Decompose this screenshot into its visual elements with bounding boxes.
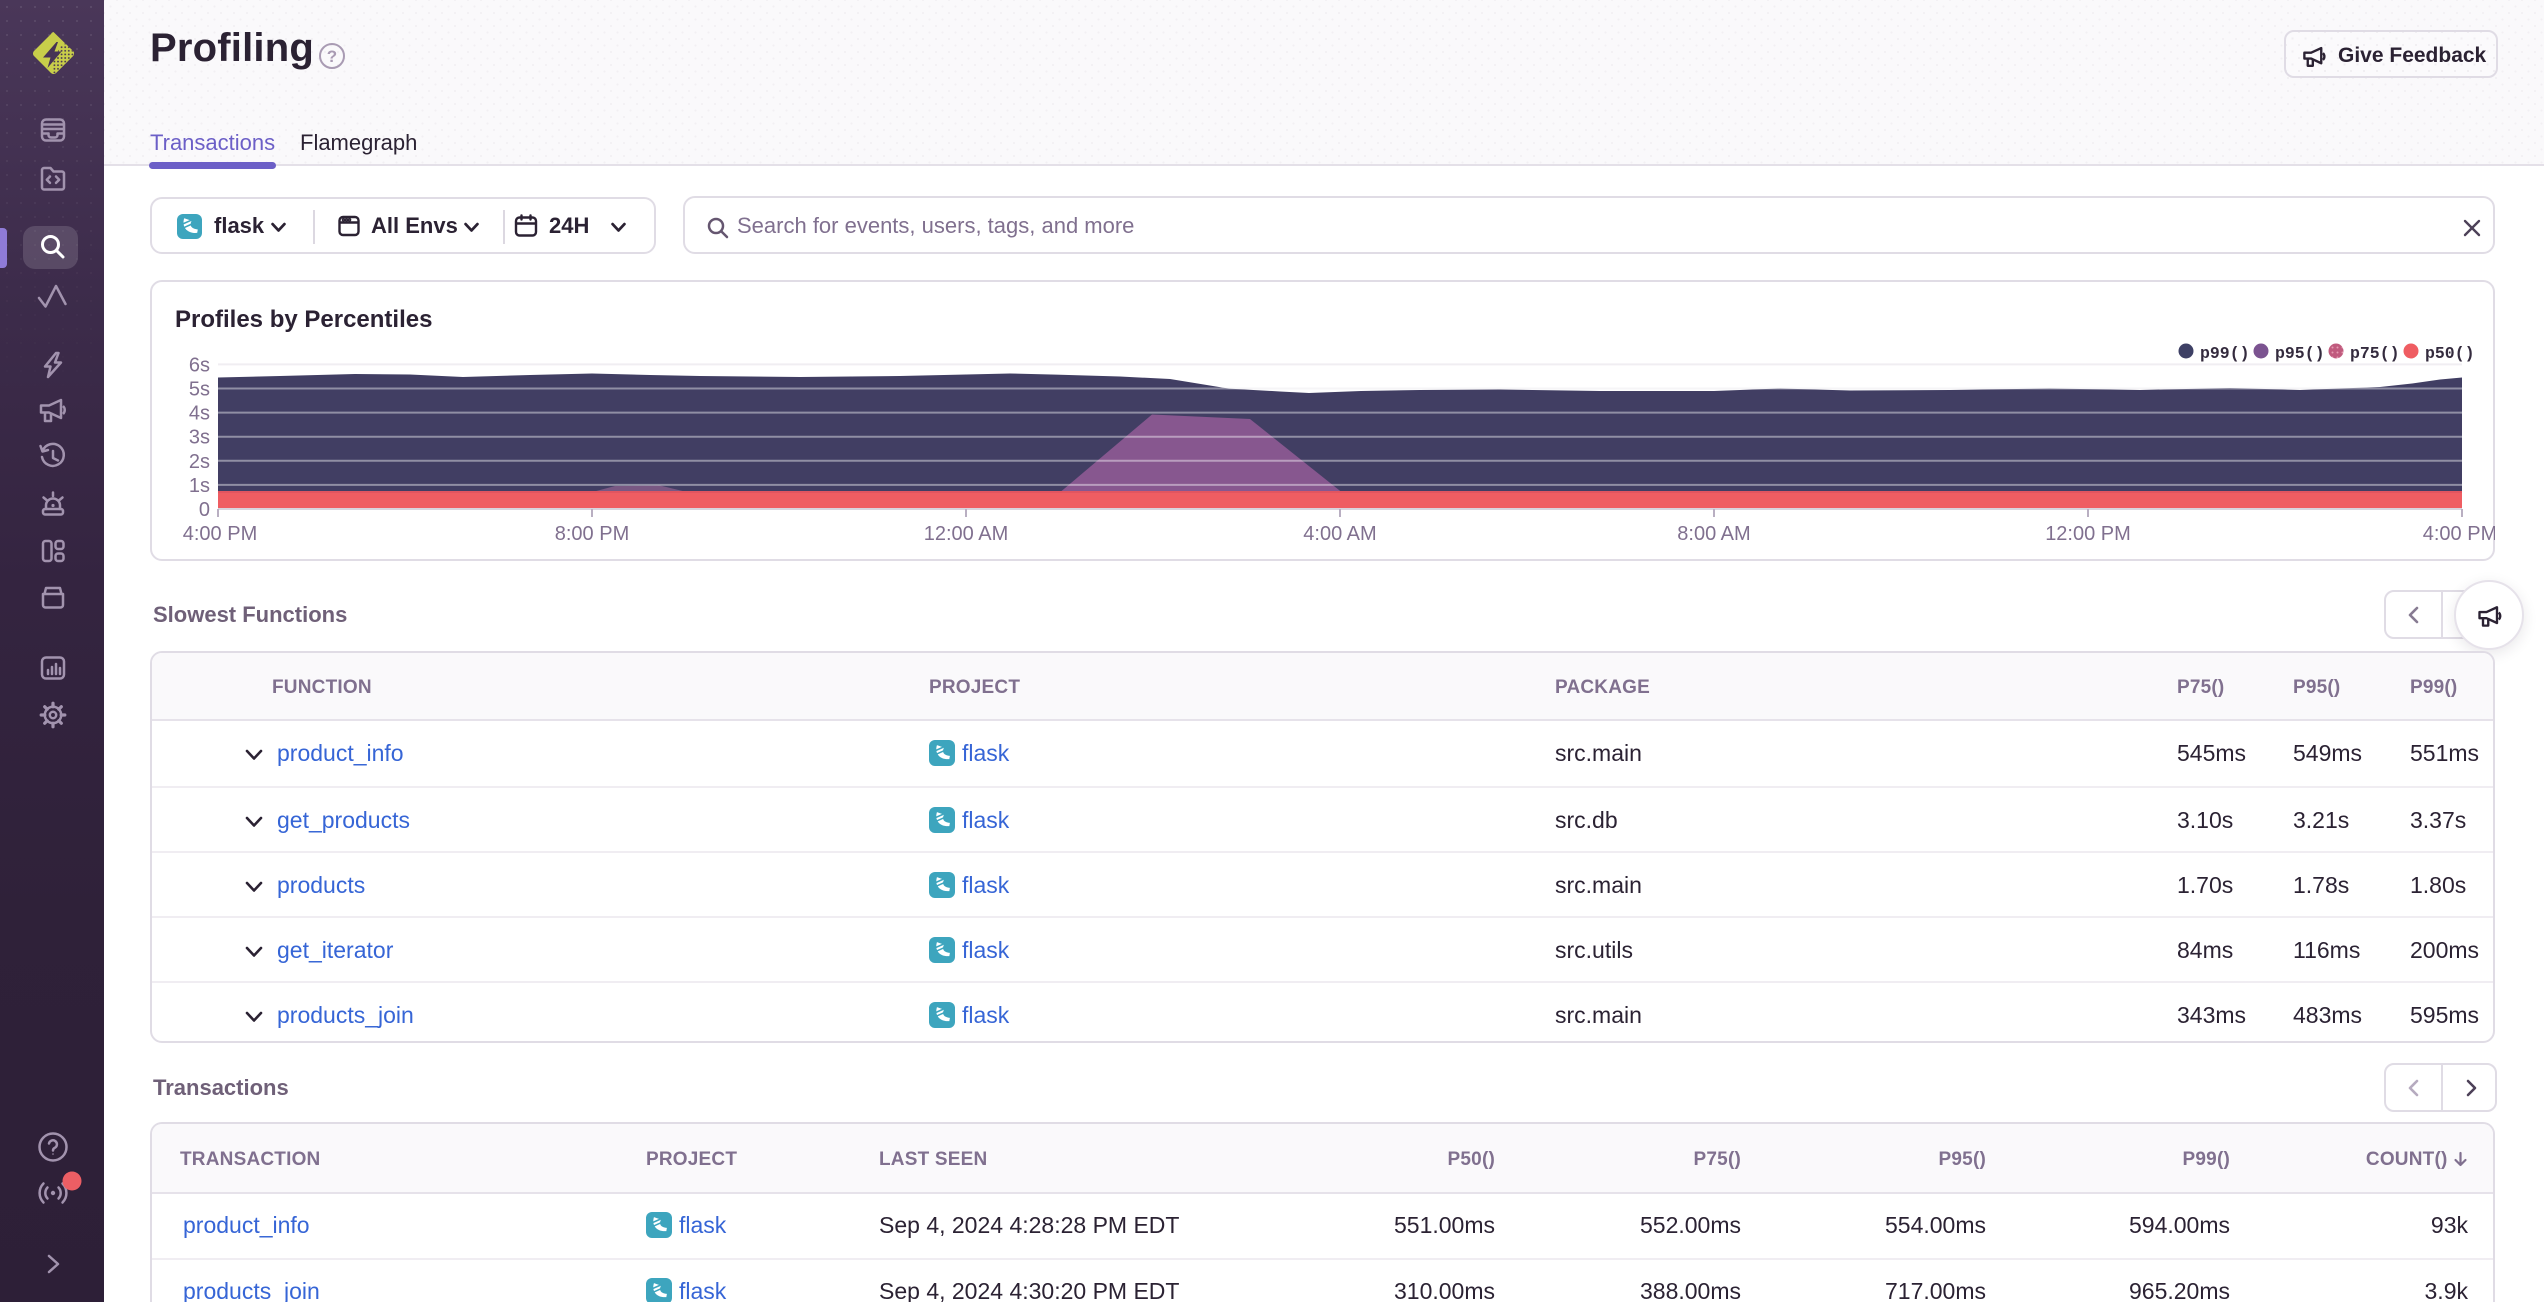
- svg-text:8:00 AM: 8:00 AM: [1677, 523, 1750, 545]
- svg-text:p99(): p99(): [2200, 344, 2250, 363]
- svg-text:8:00 PM: 8:00 PM: [555, 523, 629, 545]
- svg-text:12:00 PM: 12:00 PM: [2045, 523, 2131, 545]
- svg-text:4:00 PM: 4:00 PM: [183, 523, 257, 545]
- svg-text:4s: 4s: [189, 403, 210, 425]
- svg-text:0: 0: [199, 499, 210, 521]
- svg-text:12:00 AM: 12:00 AM: [924, 523, 1009, 545]
- svg-text:3s: 3s: [189, 427, 210, 449]
- svg-text:p50(): p50(): [2425, 344, 2475, 363]
- svg-text:1s: 1s: [189, 475, 210, 497]
- svg-text:p75(): p75(): [2350, 344, 2400, 363]
- svg-text:5s: 5s: [189, 379, 210, 401]
- svg-text:4:00 PM: 4:00 PM: [2423, 523, 2495, 545]
- svg-text:2s: 2s: [189, 451, 210, 473]
- svg-text:4:00 AM: 4:00 AM: [1303, 523, 1376, 545]
- svg-text:6s: 6s: [189, 354, 210, 376]
- svg-text:p95(): p95(): [2275, 344, 2325, 363]
